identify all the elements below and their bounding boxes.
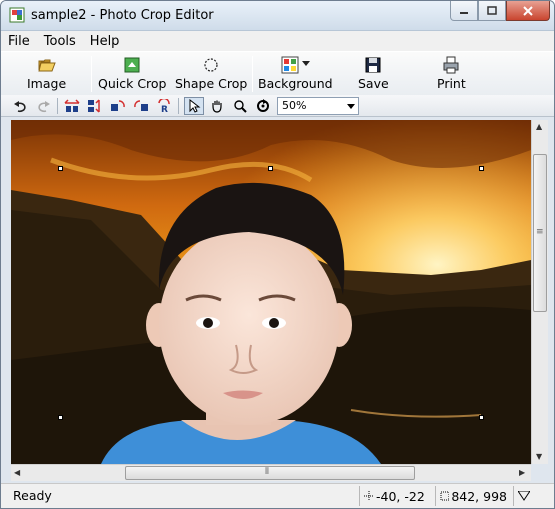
reset-icon: R <box>158 99 170 113</box>
floppy-disk-icon <box>365 57 381 73</box>
minimize-icon <box>460 11 468 14</box>
magnifier-icon <box>234 100 247 113</box>
shape-crop-icon <box>204 58 218 72</box>
chevron-down-icon <box>347 104 355 109</box>
flip-vertical-button[interactable] <box>85 97 105 115</box>
cursor-position-panel: -40, -22 <box>359 486 433 506</box>
main-toolbar: Image Quick Crop Shape Crop Background S… <box>1 51 554 95</box>
rotate-right-icon <box>134 100 148 111</box>
crop-handle[interactable] <box>58 415 63 420</box>
status-bar: Ready -40, -22 842, 998 <box>1 483 554 508</box>
folder-open-icon <box>37 59 56 72</box>
background-label: Background <box>258 76 333 91</box>
rotate-left-icon <box>111 100 125 111</box>
background-button[interactable]: Background <box>258 52 333 94</box>
palette-icon <box>281 56 299 74</box>
cursor-position: -40, -22 <box>376 488 425 504</box>
horizontal-scrollbar[interactable]: ◀ ⦀ ▶ <box>11 464 531 481</box>
maximize-button[interactable] <box>478 1 506 21</box>
photo-image <box>11 120 531 464</box>
minimize-button[interactable] <box>450 1 478 21</box>
flip-horizontal-button[interactable] <box>62 97 82 115</box>
menu-tools[interactable]: Tools <box>37 34 83 49</box>
printer-icon <box>443 56 459 74</box>
scroll-down-icon[interactable]: ▼ <box>536 452 542 461</box>
refresh-button[interactable] <box>253 97 273 115</box>
scroll-up-icon[interactable]: ▲ <box>536 122 542 131</box>
redo-icon <box>38 101 50 113</box>
shape-crop-label: Shape Crop <box>175 76 248 91</box>
window-title: sample2 - Photo Crop Editor <box>31 8 214 23</box>
reset-rotation-button[interactable]: R <box>154 97 174 115</box>
quick-crop-button[interactable]: Quick Crop <box>98 52 167 94</box>
select-tool-button[interactable] <box>184 97 204 115</box>
close-icon <box>523 5 533 16</box>
redo-button[interactable] <box>33 97 53 115</box>
crosshair-icon <box>364 491 374 501</box>
save-label: Save <box>358 76 389 91</box>
rotate-left-button[interactable] <box>108 97 128 115</box>
flip-vertical-icon <box>88 99 100 113</box>
svg-text:R: R <box>161 105 168 113</box>
filter-panel[interactable] <box>513 486 553 506</box>
save-button[interactable]: Save <box>358 52 389 94</box>
rotate-right-button[interactable] <box>131 97 151 115</box>
undo-icon <box>14 101 26 113</box>
crop-handle[interactable] <box>268 166 273 171</box>
print-label: Print <box>437 76 466 91</box>
app-icon <box>9 7 25 23</box>
photo-canvas[interactable] <box>11 120 531 464</box>
image-size: 842, 998 <box>451 488 507 504</box>
print-button[interactable]: Print <box>437 52 466 94</box>
edit-toolbar: R 50% <box>1 95 554 117</box>
scroll-left-icon[interactable]: ◀ <box>14 468 20 477</box>
zoom-value: 50% <box>282 99 307 112</box>
quick-crop-icon <box>124 57 140 73</box>
grip-icon: ⦀ <box>265 467 269 477</box>
pointer-arrow-icon <box>189 99 201 113</box>
title-bar[interactable]: sample2 - Photo Crop Editor <box>1 1 554 31</box>
horizontal-scroll-thumb[interactable]: ⦀ <box>125 466 415 480</box>
filter-icon <box>518 491 530 501</box>
vertical-scrollbar[interactable]: ▲ ≡ ▼ <box>531 120 548 464</box>
image-button-label: Image <box>27 76 67 91</box>
close-button[interactable] <box>506 1 550 21</box>
vertical-scroll-thumb[interactable]: ≡ <box>533 154 547 312</box>
refresh-icon <box>257 99 269 112</box>
dropdown-arrow-icon <box>301 61 310 66</box>
zoom-tool-button[interactable] <box>230 97 250 115</box>
status-text: Ready <box>13 488 52 503</box>
crop-handle[interactable] <box>58 166 63 171</box>
image-button[interactable]: Image <box>27 52 66 94</box>
grip-icon: ≡ <box>536 227 544 237</box>
scroll-right-icon[interactable]: ▶ <box>519 468 525 477</box>
image-size-panel: 842, 998 <box>435 486 511 506</box>
shape-crop-button[interactable]: Shape Crop <box>175 52 247 94</box>
pan-tool-button[interactable] <box>207 97 227 115</box>
app-window: sample2 - Photo Crop Editor File Tools H… <box>0 0 555 509</box>
zoom-select[interactable]: 50% <box>277 97 359 115</box>
crop-handle[interactable] <box>479 415 484 420</box>
hand-icon <box>212 100 222 113</box>
quick-crop-label: Quick Crop <box>98 76 167 91</box>
flip-horizontal-icon <box>64 99 80 112</box>
crop-handle[interactable] <box>479 166 484 171</box>
dimension-icon <box>440 491 450 501</box>
menu-bar: File Tools Help <box>1 31 554 51</box>
menu-help[interactable]: Help <box>83 34 127 49</box>
undo-button[interactable] <box>11 97 31 115</box>
menu-file[interactable]: File <box>1 34 37 49</box>
maximize-icon <box>487 6 497 15</box>
